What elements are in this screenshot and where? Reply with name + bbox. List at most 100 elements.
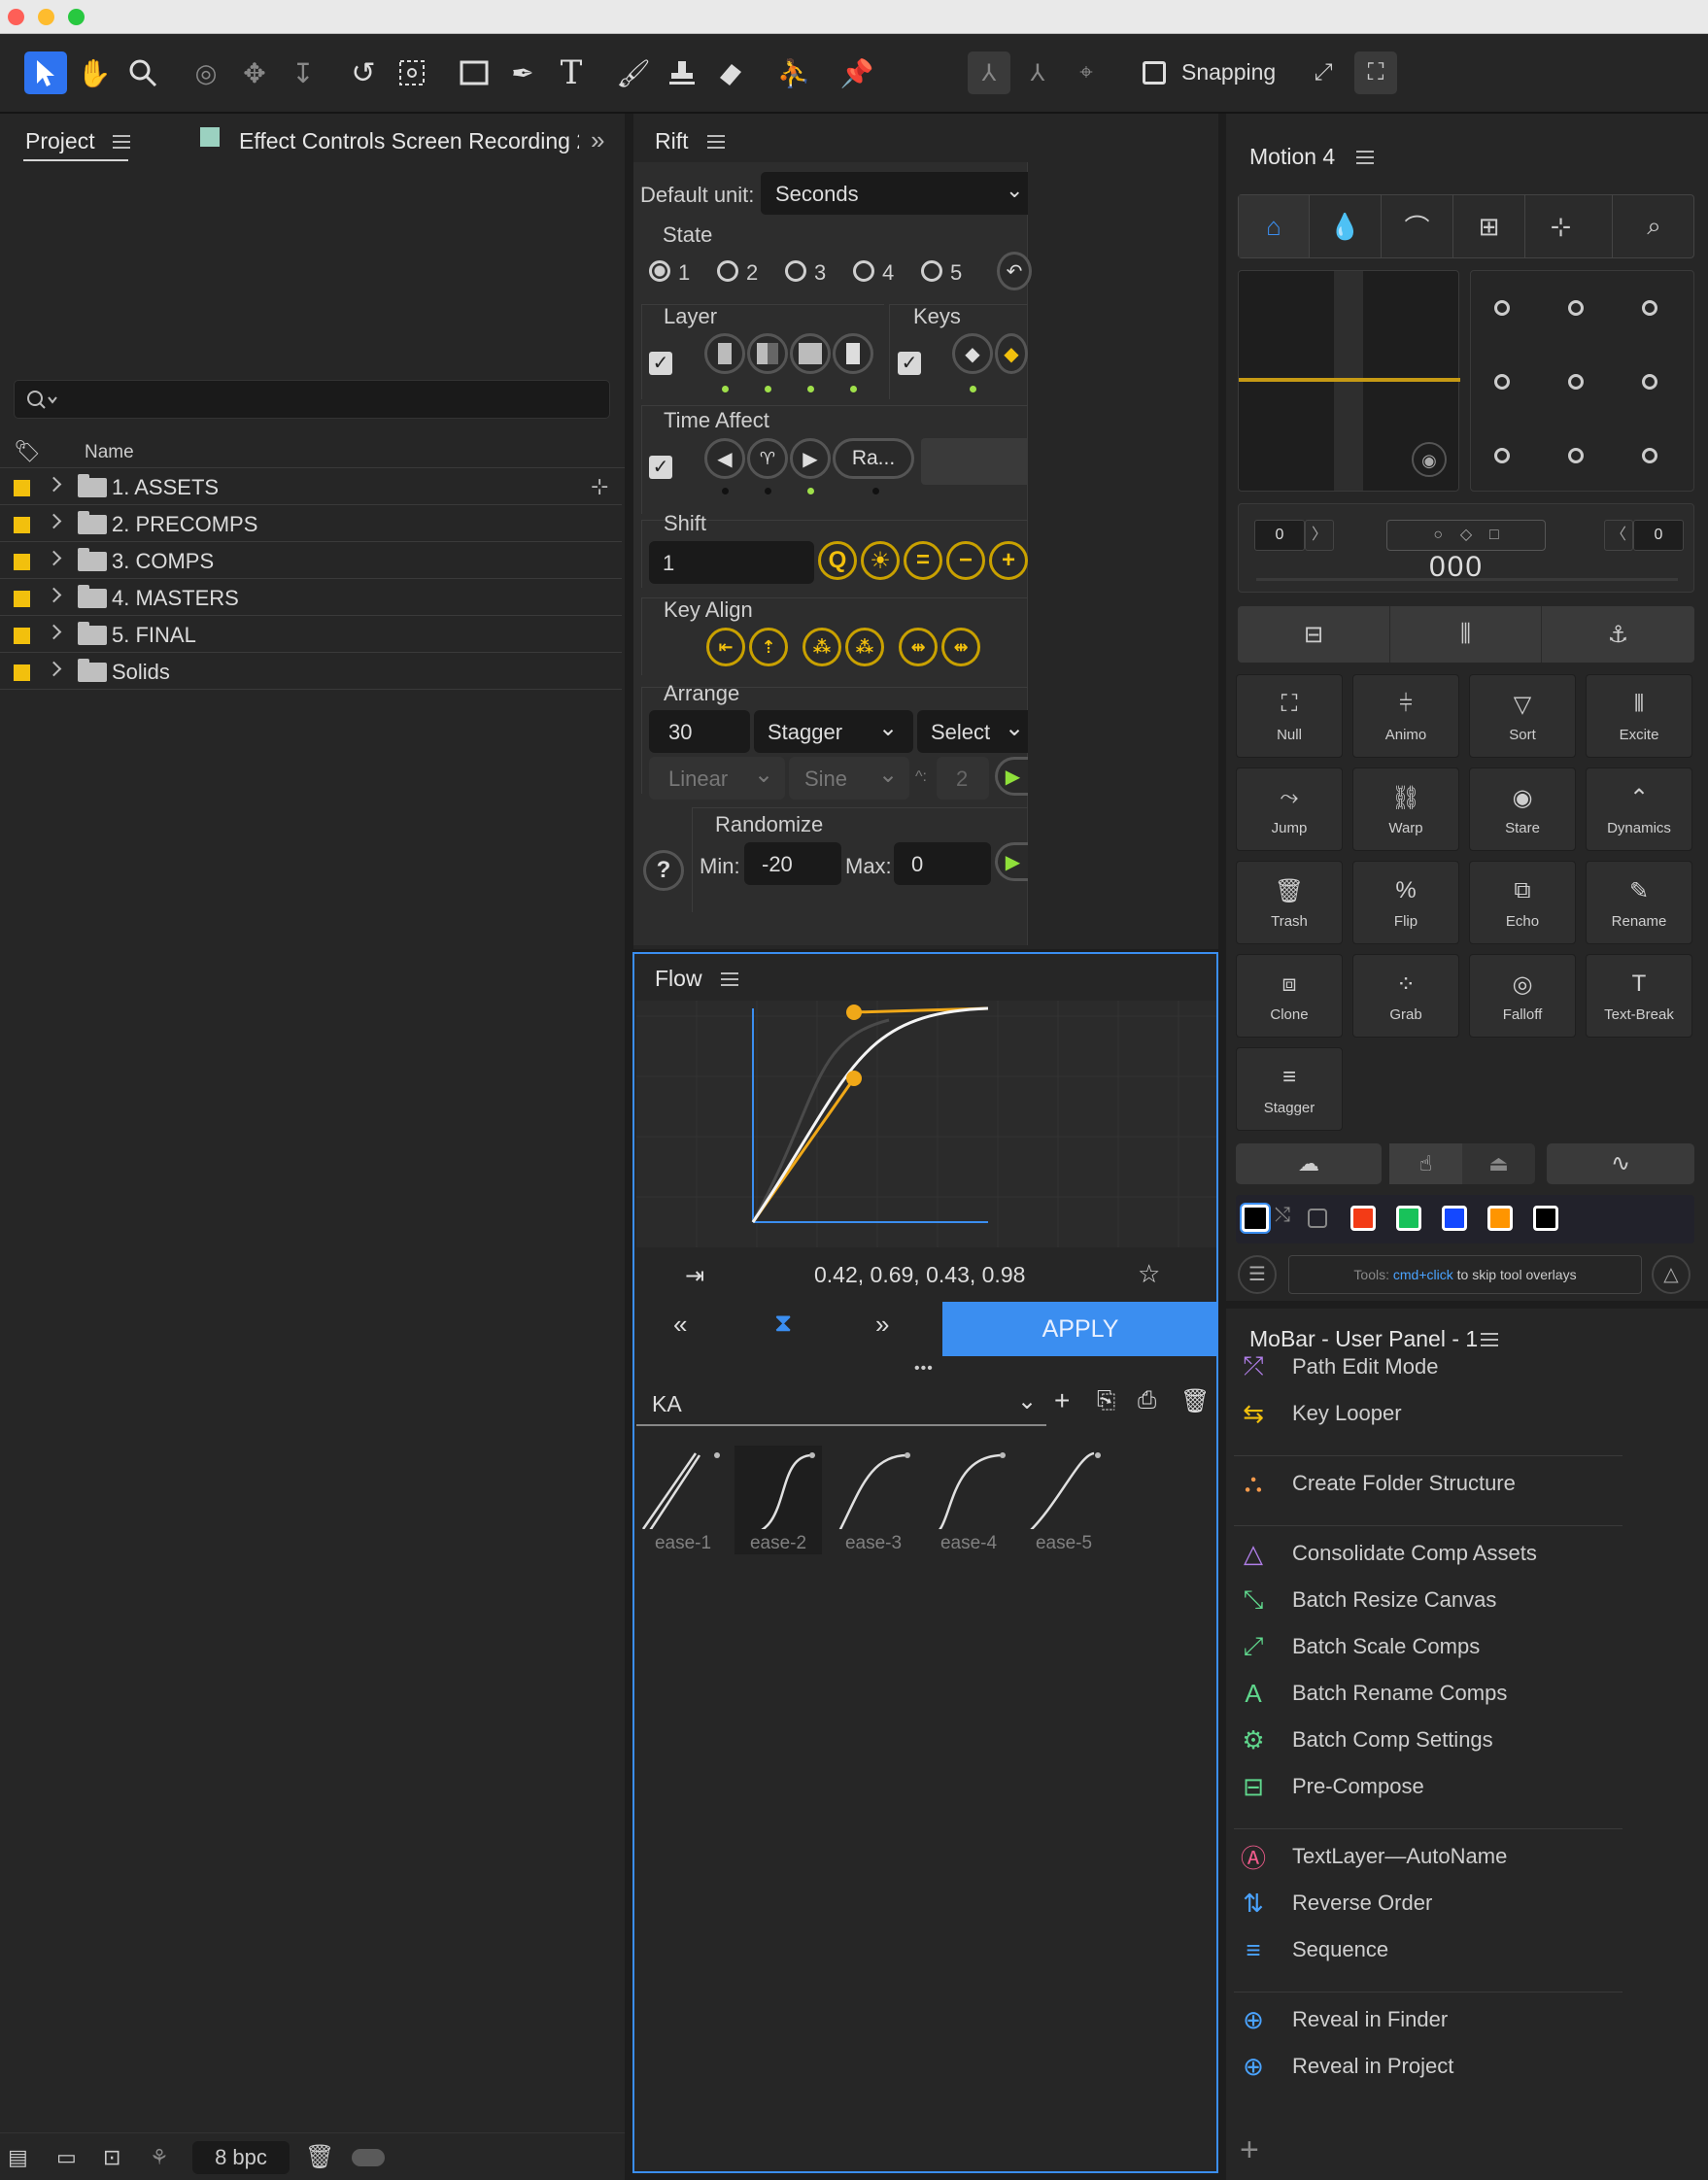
anchor-bottom-center[interactable]	[1568, 448, 1584, 463]
rotate-camera-tool[interactable]: ◎	[185, 51, 227, 94]
collapse-triangle-icon[interactable]: △	[1652, 1255, 1691, 1294]
mobar-command-reveal-in-finder[interactable]: ⊕ Reveal in Finder	[1234, 2000, 1448, 2039]
motion-tool-jump[interactable]: ⤳ Jump	[1236, 767, 1343, 851]
align-layers-button[interactable]: ⊟	[1238, 606, 1389, 663]
mobar-command-path-edit-mode[interactable]: ⤱ Path Edit Mode	[1234, 1347, 1439, 1386]
anchor-button[interactable]: ⚓	[1541, 606, 1694, 663]
mobar-command-pre-compose[interactable]: ⊟ Pre-Compose	[1234, 1767, 1424, 1806]
layer-btn-1[interactable]	[704, 333, 745, 374]
label-color-swatch[interactable]	[14, 628, 30, 644]
snap-options-button[interactable]: ⤢	[1302, 51, 1345, 94]
min-input[interactable]: -20	[744, 842, 841, 885]
stamp-mode-button[interactable]: ⏏	[1462, 1143, 1535, 1184]
ease-preset-4[interactable]: ease-4	[925, 1446, 1012, 1554]
state-radio-2[interactable]	[717, 260, 738, 282]
mobar-command-create-folder-structure[interactable]: ⛬ Create Folder Structure	[1234, 1464, 1516, 1503]
tab-home[interactable]: ⌂	[1239, 195, 1309, 257]
motion-tool-rename[interactable]: ✎ Rename	[1586, 861, 1692, 944]
help-button[interactable]: ?	[643, 850, 684, 891]
anchor-bottom-right[interactable]	[1642, 448, 1657, 463]
mobar-command-batch-comp-settings[interactable]: ⚙ Batch Comp Settings	[1234, 1720, 1492, 1759]
project-row[interactable]: 5. FINAL	[0, 616, 622, 653]
chevron-right-icon[interactable]	[46, 513, 62, 529]
flowchart-view-icon[interactable]: ⚘	[150, 2145, 169, 2170]
keyframe-type-toggle[interactable]: ○ ◇ □	[1386, 520, 1546, 551]
state-radio-3[interactable]	[785, 260, 806, 282]
eraser-tool[interactable]	[709, 51, 752, 94]
tab-drop[interactable]: 💧	[1309, 195, 1381, 257]
puppet-pin-tool[interactable]: 📌	[836, 51, 878, 94]
ease-in-step-icon[interactable]: 〉	[1305, 520, 1334, 551]
curve-mode-button[interactable]: ∿	[1547, 1143, 1694, 1184]
brain-mode-button[interactable]: ☁	[1236, 1143, 1382, 1184]
world-axis-mode-button[interactable]: ⅄	[1016, 51, 1059, 94]
motion-graph-preview[interactable]: ◉	[1238, 270, 1460, 492]
anchor-top-left[interactable]	[1494, 300, 1510, 316]
state-radio-1[interactable]	[649, 260, 670, 282]
apply-button[interactable]: APPLY	[942, 1302, 1218, 1356]
delete-icon[interactable]: 🗑	[305, 2143, 334, 2171]
anchor-middle-right[interactable]	[1642, 374, 1657, 390]
layer-checkbox[interactable]: ✓	[649, 352, 672, 375]
chevron-right-icon[interactable]	[46, 624, 62, 640]
anchor-center[interactable]	[1568, 374, 1584, 390]
shift-input[interactable]: 1	[649, 541, 814, 584]
dolly-camera-tool[interactable]: ↧	[282, 51, 325, 94]
sliders-icon[interactable]: ☰	[1238, 1255, 1277, 1294]
anchor-bottom-left[interactable]	[1494, 448, 1510, 463]
ease-in-input[interactable]: 0	[1254, 520, 1305, 551]
shift-q-button[interactable]: Q	[818, 541, 857, 580]
color-swatch-5[interactable]	[1533, 1206, 1558, 1231]
mobar-command-batch-rename-comps[interactable]: A Batch Rename Comps	[1234, 1674, 1507, 1713]
local-axis-mode-button[interactable]: ⅄	[968, 51, 1010, 94]
align-center-button[interactable]: ⫼	[1389, 606, 1541, 663]
key-align-btn-4[interactable]: ⁂	[845, 628, 884, 666]
key-align-btn-1[interactable]: ⇤	[706, 628, 745, 666]
hand-tool[interactable]: ✋	[73, 51, 116, 94]
project-row[interactable]: 1. ASSETS	[0, 468, 622, 505]
easing-curve-select[interactable]: Sine ⌄	[789, 757, 909, 800]
swap-colors-icon[interactable]: ⤭	[1275, 1205, 1290, 1227]
chevron-right-icon[interactable]	[46, 587, 62, 603]
label-color-swatch[interactable]	[14, 664, 30, 681]
favorite-star-icon[interactable]: ☆	[1138, 1259, 1160, 1289]
shift-plus-button[interactable]: +	[989, 541, 1028, 580]
prev-preset-button[interactable]: «	[673, 1310, 687, 1340]
toggle-switch[interactable]	[352, 2149, 385, 2166]
layer-btn-4[interactable]	[833, 333, 873, 374]
add-command-icon[interactable]: +	[1240, 2131, 1259, 2169]
sign-in-icon[interactable]: ⇥	[685, 1262, 704, 1290]
flow-title[interactable]: Flow	[655, 966, 702, 992]
shift-bulb-button[interactable]: ☀	[861, 541, 900, 580]
ease-preset-2[interactable]: ease-2	[734, 1446, 822, 1554]
anchor-top-right[interactable]	[1642, 300, 1657, 316]
motion-tool-animo[interactable]: ⫩ Animo	[1352, 674, 1459, 758]
motion-tool-grab[interactable]: ⁘ Grab	[1352, 954, 1459, 1038]
motion-tool-stagger[interactable]: ≡ Stagger	[1236, 1047, 1343, 1131]
add-preset-icon[interactable]: +	[1054, 1385, 1070, 1416]
selection-tool[interactable]	[24, 51, 67, 94]
library-select[interactable]: KA ⌄	[636, 1383, 1046, 1426]
new-folder-icon[interactable]: ▭	[56, 2145, 77, 2170]
ease-preset-1[interactable]: ease-1	[639, 1446, 727, 1554]
time-random-button[interactable]: Ra...	[833, 438, 914, 479]
randomize-play-button[interactable]: ▶	[995, 842, 1028, 881]
project-row[interactable]: 3. COMPS	[0, 542, 622, 579]
color-swatch-1[interactable]	[1350, 1206, 1376, 1231]
project-tab[interactable]: Project	[25, 128, 95, 154]
state-radio-5[interactable]	[921, 260, 942, 282]
mobar-command-consolidate-comp-assets[interactable]: △ Consolidate Comp Assets	[1234, 1534, 1537, 1573]
zoom-tool[interactable]	[121, 51, 164, 94]
close-window-button[interactable]	[8, 9, 24, 25]
keys-btn-1[interactable]: ◆	[952, 333, 993, 374]
ease-out-input[interactable]: 0	[1633, 520, 1684, 551]
max-input[interactable]: 0	[894, 842, 991, 885]
shift-equal-button[interactable]: =	[904, 541, 942, 580]
layer-btn-3[interactable]	[790, 333, 831, 374]
hourglass-icon[interactable]: ⧗	[774, 1308, 792, 1339]
swatch-stroke-toggle[interactable]	[1308, 1209, 1327, 1228]
mobar-command-reverse-order[interactable]: ⇅ Reverse Order	[1234, 1884, 1432, 1923]
snap-target-button[interactable]: ⛶	[1354, 51, 1397, 94]
arrange-select-dropdown[interactable]: Select ⌄	[917, 710, 1028, 753]
rectangle-tool[interactable]	[453, 51, 495, 94]
